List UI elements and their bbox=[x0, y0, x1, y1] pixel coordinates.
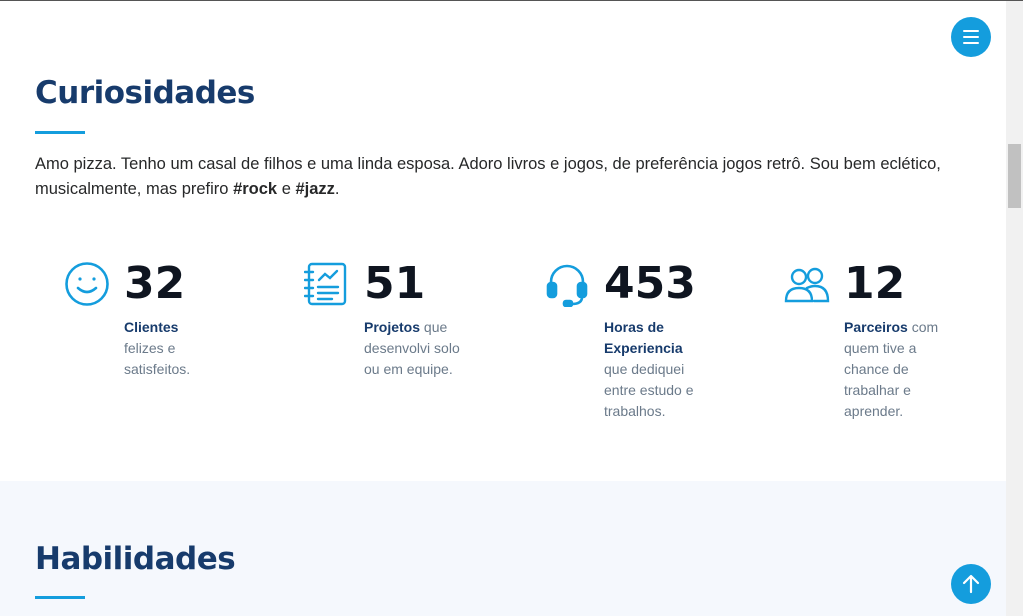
stat-projetos: 51 Projetos que desenvolvi solo ou em eq… bbox=[303, 258, 504, 429]
stat-number: 12 bbox=[844, 258, 906, 309]
stat-label: Projetos bbox=[364, 319, 421, 335]
title-underline bbox=[35, 131, 85, 134]
people-icon bbox=[784, 261, 830, 307]
stat-description: Projetos que desenvolvi solo ou em equip… bbox=[364, 317, 462, 380]
intro-connector: e bbox=[277, 180, 296, 198]
menu-toggle-button[interactable] bbox=[951, 17, 991, 57]
stat-label: Parceiros bbox=[844, 319, 908, 335]
stat-number: 32 bbox=[124, 258, 186, 309]
hashtag-jazz: #jazz bbox=[295, 180, 335, 198]
stat-description: Parceiros com quem tive a chance de trab… bbox=[844, 317, 942, 422]
hashtag-rock: #rock bbox=[233, 180, 278, 198]
intro-paragraph: Amo pizza. Tenho um casal de filhos e um… bbox=[35, 152, 975, 202]
menu-icon bbox=[963, 36, 979, 38]
curiosidades-section: Curiosidades Amo pizza. Tenho um casal d… bbox=[0, 1, 1006, 481]
menu-icon bbox=[963, 42, 979, 44]
arrow-up-icon bbox=[962, 574, 980, 594]
intro-text: Amo pizza. Tenho um casal de filhos e um… bbox=[35, 155, 941, 198]
title-underline bbox=[35, 596, 85, 599]
stat-text: que dediquei entre estudo e trabalhos. bbox=[604, 361, 694, 419]
habilidades-section: Habilidades bbox=[0, 481, 1006, 616]
page: Curiosidades Amo pizza. Tenho um casal d… bbox=[0, 1, 1006, 616]
journal-icon bbox=[303, 261, 350, 307]
intro-end: . bbox=[334, 180, 340, 198]
stat-number: 453 bbox=[604, 258, 696, 309]
stat-text: felizes e satisfeitos. bbox=[124, 340, 191, 377]
headset-icon bbox=[544, 261, 590, 308]
section-title-habilidades: Habilidades bbox=[35, 541, 236, 577]
stat-description: Clientes felizes e satisfeitos. bbox=[124, 317, 222, 380]
stat-description: Horas de Experiencia que dediquei entre … bbox=[604, 317, 702, 422]
stat-label: Horas de Experiencia bbox=[604, 319, 683, 356]
stat-parceiros: 12 Parceiros com quem tive a chance de t… bbox=[784, 259, 984, 429]
back-to-top-button[interactable] bbox=[951, 564, 991, 604]
smiley-icon bbox=[64, 261, 110, 307]
stat-horas: 453 Horas de Experiencia que dediquei en… bbox=[544, 259, 744, 429]
section-title-curiosidades: Curiosidades bbox=[35, 75, 255, 111]
menu-icon bbox=[963, 30, 979, 32]
stat-label: Clientes bbox=[124, 319, 179, 335]
stat-number: 51 bbox=[364, 258, 426, 309]
stat-clientes: 32 Clientes felizes e satisfeitos. bbox=[64, 259, 264, 429]
page-scrollbar[interactable] bbox=[1006, 1, 1023, 616]
scrollbar-thumb[interactable] bbox=[1008, 144, 1021, 208]
